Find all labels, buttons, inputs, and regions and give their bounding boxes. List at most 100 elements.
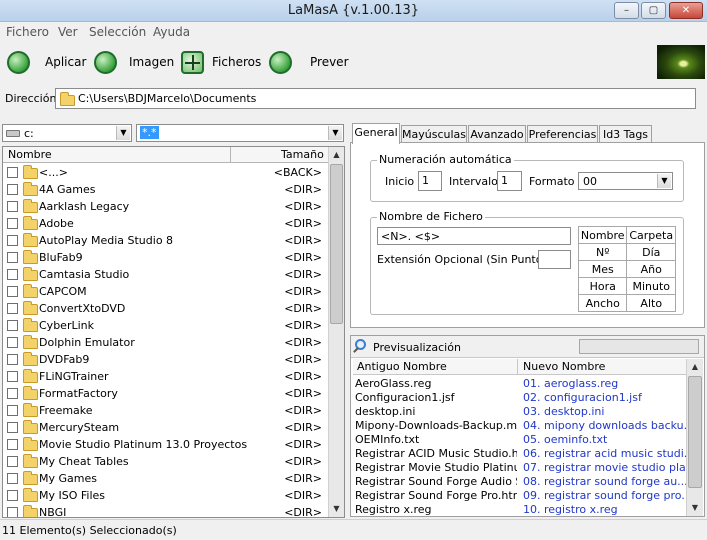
tab-mayusculas[interactable]: Mayúsculas <box>401 125 467 143</box>
file-row[interactable]: BluFab9 <DIR> <box>3 249 328 266</box>
preview-list[interactable]: Antiguo Nombre Nuevo Nombre AeroGlass.re… <box>353 359 686 516</box>
macro-minuto-button[interactable]: Minuto <box>626 277 676 295</box>
preview-row[interactable]: Registro x.reg 10. registro x.reg <box>353 503 686 517</box>
column-divider[interactable] <box>517 359 518 375</box>
menu-fichero[interactable]: Fichero <box>6 25 49 39</box>
checkbox[interactable] <box>7 184 18 195</box>
checkbox[interactable] <box>7 337 18 348</box>
close-button[interactable]: ✕ <box>669 2 703 19</box>
checkbox[interactable] <box>7 388 18 399</box>
file-list[interactable]: Nombre Tamaño <...> <BACK> 4A Games <DIR> Aa… <box>2 146 345 518</box>
apply-button[interactable]: Aplicar <box>45 55 86 69</box>
maximize-button[interactable]: ▢ <box>641 2 666 19</box>
file-row[interactable]: ConvertXtoDVD <DIR> <box>3 300 328 317</box>
checkbox[interactable] <box>7 286 18 297</box>
scroll-up-icon[interactable]: ▲ <box>687 359 703 375</box>
tab-general[interactable]: General <box>352 123 400 144</box>
preview-row[interactable]: Mipony-Downloads-Backup.mpb 04. mipony do… <box>353 419 686 433</box>
filename-pattern-input[interactable]: <N>. <$> <box>377 227 571 245</box>
checkbox[interactable] <box>7 235 18 246</box>
checkbox[interactable] <box>7 269 18 280</box>
file-row[interactable]: Adobe <DIR> <box>3 215 328 232</box>
minimize-button[interactable]: – <box>614 2 639 19</box>
scroll-up-icon[interactable]: ▲ <box>329 147 344 163</box>
preview-row[interactable]: Registrar Movie Studio Platinu... 07. reg… <box>353 461 686 475</box>
checkbox[interactable] <box>7 218 18 229</box>
drive-select[interactable]: c: ▼ <box>2 124 132 142</box>
scroll-down-icon[interactable]: ▼ <box>687 500 703 516</box>
checkbox[interactable] <box>7 252 18 263</box>
preview-row[interactable]: Registrar Sound Forge Pro.htm 09. registr… <box>353 489 686 503</box>
checkbox[interactable] <box>7 456 18 467</box>
checkbox[interactable] <box>7 422 18 433</box>
column-old-name[interactable]: Antiguo Nombre <box>357 360 447 373</box>
file-row[interactable]: My ISO Files <DIR> <box>3 487 328 504</box>
extension-input[interactable] <box>538 250 571 269</box>
checkbox[interactable] <box>7 303 18 314</box>
file-row[interactable]: Aarklash Legacy <DIR> <box>3 198 328 215</box>
chevron-down-icon[interactable]: ▼ <box>657 174 671 188</box>
macro-mes-button[interactable]: Mes <box>577 260 628 278</box>
macro-numero-button[interactable]: Nº <box>577 243 628 261</box>
files-icon[interactable] <box>181 51 204 74</box>
format-select[interactable]: 00 ▼ <box>578 172 673 190</box>
macro-ano-button[interactable]: Año <box>626 260 676 278</box>
file-row[interactable]: CyberLink <DIR> <box>3 317 328 334</box>
checkbox[interactable] <box>7 439 18 450</box>
macro-ancho-button[interactable]: Ancho <box>577 294 628 312</box>
preview-row[interactable]: Configuracion1.jsf 02. configuracion1.jsf <box>353 391 686 405</box>
file-row[interactable]: FLiNGTrainer <DIR> <box>3 368 328 385</box>
scroll-thumb[interactable] <box>330 164 343 324</box>
file-row[interactable]: AutoPlay Media Studio 8 <DIR> <box>3 232 328 249</box>
checkbox[interactable] <box>7 490 18 501</box>
preview-row[interactable]: desktop.ini 03. desktop.ini <box>353 405 686 419</box>
menu-ver[interactable]: Ver <box>58 25 78 39</box>
file-row[interactable]: My Games <DIR> <box>3 470 328 487</box>
directory-path-field[interactable]: C:\Users\BDJMarcelo\Documents <box>55 88 696 109</box>
file-row[interactable]: My Cheat Tables <DIR> <box>3 453 328 470</box>
macro-carpeta-button[interactable]: Carpeta <box>626 226 676 244</box>
macro-alto-button[interactable]: Alto <box>626 294 676 312</box>
preview-icon[interactable] <box>269 51 292 74</box>
preview-button[interactable]: Prever <box>310 55 349 69</box>
file-row[interactable]: Movie Studio Platinum 13.0 Proyectos <DIR… <box>3 436 328 453</box>
file-row[interactable]: Camtasia Studio <DIR> <box>3 266 328 283</box>
menu-ayuda[interactable]: Ayuda <box>153 25 190 39</box>
column-size[interactable]: Tamaño <box>281 148 324 161</box>
checkbox[interactable] <box>7 354 18 365</box>
checkbox[interactable] <box>7 371 18 382</box>
file-row[interactable]: NBGI <DIR> <box>3 504 328 517</box>
file-row[interactable]: DVDFab9 <DIR> <box>3 351 328 368</box>
preview-row[interactable]: Registrar Sound Forge Audio S... 08. regi… <box>353 475 686 489</box>
preview-scrollbar[interactable]: ▲ ▼ <box>686 359 703 516</box>
checkbox[interactable] <box>7 405 18 416</box>
filter-select[interactable]: *.* ▼ <box>136 124 344 142</box>
scroll-thumb[interactable] <box>688 376 702 488</box>
image-button[interactable]: Imagen <box>129 55 174 69</box>
chevron-down-icon[interactable]: ▼ <box>328 126 342 140</box>
scroll-down-icon[interactable]: ▼ <box>329 501 344 517</box>
preview-row[interactable]: Registrar ACID Music Studio.htm 06. regis… <box>353 447 686 461</box>
interval-input[interactable]: 1 <box>497 171 522 191</box>
files-button[interactable]: Ficheros <box>212 55 261 69</box>
apply-icon[interactable] <box>7 51 30 74</box>
file-row[interactable]: MercurySteam <DIR> <box>3 419 328 436</box>
checkbox[interactable] <box>7 320 18 331</box>
file-list-scrollbar[interactable]: ▲ ▼ <box>328 147 344 517</box>
tab-preferencias[interactable]: Preferencias <box>527 125 598 143</box>
macro-dia-button[interactable]: Día <box>626 243 676 261</box>
checkbox[interactable] <box>7 507 18 517</box>
file-row[interactable]: CAPCOM <DIR> <box>3 283 328 300</box>
file-row[interactable]: Dolphin Emulator <DIR> <box>3 334 328 351</box>
column-name[interactable]: Nombre <box>8 148 52 161</box>
column-new-name[interactable]: Nuevo Nombre <box>523 360 605 373</box>
file-row[interactable]: <...> <BACK> <box>3 164 328 181</box>
preview-row[interactable]: AeroGlass.reg 01. aeroglass.reg <box>353 377 686 391</box>
file-row[interactable]: FormatFactory <DIR> <box>3 385 328 402</box>
macro-nombre-button[interactable]: Nombre <box>577 226 628 244</box>
checkbox[interactable] <box>7 167 18 178</box>
column-divider[interactable] <box>230 147 231 163</box>
file-row[interactable]: 4A Games <DIR> <box>3 181 328 198</box>
menu-seleccion[interactable]: Selección <box>89 25 146 39</box>
tab-id3-tags[interactable]: Id3 Tags <box>599 125 652 143</box>
